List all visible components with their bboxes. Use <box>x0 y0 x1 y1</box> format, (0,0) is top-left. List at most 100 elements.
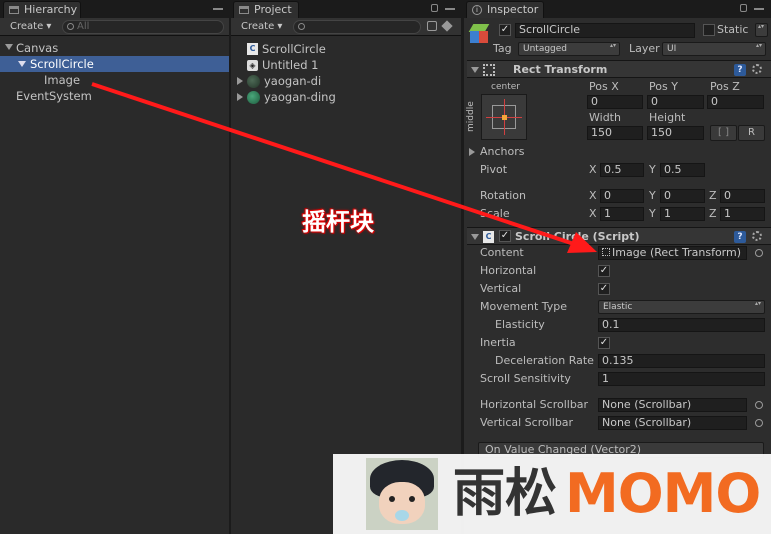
project-tab-icon <box>239 6 249 14</box>
object-picker-icon[interactable] <box>755 249 763 257</box>
hierarchy-item-image[interactable]: Image <box>44 72 80 88</box>
component-enabled-checkbox[interactable]: ✓ <box>499 230 511 242</box>
vertical-checkbox[interactable]: ✓ <box>598 283 610 295</box>
project-tab[interactable]: Project <box>233 1 299 18</box>
project-item-label: Untitled 1 <box>262 58 319 72</box>
horizontal-scrollbar-field[interactable]: None (Scrollbar) <box>598 398 747 412</box>
anchors-expand-icon[interactable] <box>469 148 475 156</box>
filter-label-icon[interactable] <box>441 20 453 32</box>
avatar-eye-right <box>409 496 415 502</box>
project-search-input[interactable] <box>293 20 421 34</box>
project-create-button[interactable]: Create ▾ <box>235 20 288 34</box>
search-placeholder: All <box>77 21 90 32</box>
anchor-v-label: middle <box>466 101 476 132</box>
rotation-y-field[interactable]: 0 <box>660 189 705 203</box>
hierarchy-item-scrollcircle[interactable]: ScrollCircle <box>0 56 229 72</box>
tag-dropdown[interactable]: Untagged <box>518 42 620 56</box>
collapse-icon[interactable] <box>471 67 479 73</box>
canvas-expand-icon[interactable] <box>5 44 13 50</box>
scale-x-field[interactable]: 1 <box>600 207 644 221</box>
static-checkbox[interactable] <box>703 24 715 36</box>
hierarchy-panel: Hierarchy Create ▾ All Canvas ScrollCirc… <box>0 0 229 534</box>
project-menu-icon[interactable] <box>445 8 455 10</box>
pivot-y-field[interactable]: 0.5 <box>660 163 705 177</box>
rotation-x-field[interactable]: 0 <box>600 189 644 203</box>
width-field[interactable]: 150 <box>587 126 643 140</box>
yaogan-ding-expand-icon[interactable] <box>237 93 243 101</box>
anchors-label[interactable]: Anchors <box>480 145 525 159</box>
cube-right-face <box>479 31 488 43</box>
rotation-z-field[interactable]: 0 <box>720 189 765 203</box>
lock-icon[interactable] <box>431 4 438 12</box>
deceleration-rate-label: Deceleration Rate <box>495 354 594 367</box>
avatar-pacifier <box>395 510 409 521</box>
scale-z-field[interactable]: 1 <box>720 207 765 221</box>
content-field[interactable]: Image (Rect Transform) <box>598 246 747 260</box>
active-checkbox[interactable]: ✓ <box>499 24 511 36</box>
hierarchy-create-button[interactable]: Create ▾ <box>4 20 57 34</box>
gear-icon[interactable] <box>752 64 762 74</box>
pos-z-field[interactable]: 0 <box>707 95 764 109</box>
object-picker-icon[interactable] <box>755 401 763 409</box>
pivot-x-axis: X <box>589 163 597 176</box>
annotation-text: 摇杆块 <box>302 208 374 236</box>
pos-z-label: Pos Z <box>710 80 740 93</box>
rect-transform-icon <box>602 248 610 256</box>
hierarchy-item-canvas[interactable]: Canvas <box>16 40 58 56</box>
pos-y-field[interactable]: 0 <box>647 95 704 109</box>
rotation-z-axis: Z <box>709 189 717 202</box>
deceleration-rate-field[interactable]: 0.135 <box>598 354 765 368</box>
panel-menu-icon[interactable] <box>213 8 223 10</box>
pos-x-field[interactable]: 0 <box>587 95 643 109</box>
height-field[interactable]: 150 <box>647 126 704 140</box>
scale-y-axis: Y <box>649 207 656 220</box>
static-label: Static <box>717 23 749 36</box>
inertia-label: Inertia <box>480 336 516 349</box>
object-name-field[interactable]: ScrollCircle <box>515 23 695 38</box>
anchor-h-label: center <box>491 82 520 92</box>
help-icon[interactable]: ? <box>734 231 746 243</box>
vertical-scrollbar-field[interactable]: None (Scrollbar) <box>598 416 747 430</box>
object-picker-icon[interactable] <box>755 419 763 427</box>
yaogan-di-expand-icon[interactable] <box>237 77 243 85</box>
raw-edit-button[interactable]: R <box>738 125 765 141</box>
static-dropdown[interactable] <box>755 23 768 37</box>
hierarchy-search-input[interactable]: All <box>62 20 224 34</box>
pivot-label: Pivot <box>480 163 508 176</box>
hierarchy-tab[interactable]: Hierarchy <box>3 1 81 18</box>
horizontal-checkbox[interactable]: ✓ <box>598 265 610 277</box>
project-item-label: yaogan-ding <box>264 90 336 104</box>
inspector-menu-icon[interactable] <box>754 8 764 10</box>
filter-type-icon[interactable] <box>427 21 437 31</box>
hierarchy-toolbar: Create ▾ All <box>0 18 229 36</box>
scroll-sensitivity-field[interactable]: 1 <box>598 372 765 386</box>
anchor-point <box>502 115 507 120</box>
scale-y-field[interactable]: 1 <box>660 207 705 221</box>
help-icon[interactable]: ? <box>734 64 746 76</box>
inertia-checkbox[interactable]: ✓ <box>598 337 610 349</box>
watermark-cn-text: 雨松 <box>453 464 558 524</box>
pivot-x-field[interactable]: 0.5 <box>600 163 644 177</box>
inspector-tab[interactable]: i Inspector <box>466 1 544 18</box>
rotation-y-axis: Y <box>649 189 656 202</box>
lock-icon[interactable] <box>740 4 747 12</box>
rect-transform-header[interactable]: Rect Transform ? <box>467 60 771 78</box>
movement-type-label: Movement Type <box>480 300 568 313</box>
scrollcircle-expand-icon[interactable] <box>18 61 26 67</box>
movement-type-dropdown[interactable]: Elastic <box>598 300 765 314</box>
scroll-circle-header[interactable]: C ✓ Scroll Circle (Script) ? <box>467 227 771 245</box>
anchor-preset-button[interactable] <box>481 94 527 140</box>
unity-scene-icon: ◈ <box>247 60 258 71</box>
avatar-eye-left <box>389 496 395 502</box>
gear-icon[interactable] <box>752 231 762 241</box>
hierarchy-item-eventsystem[interactable]: EventSystem <box>16 88 92 104</box>
layer-dropdown[interactable]: UI <box>662 42 766 56</box>
height-label: Height <box>649 111 686 124</box>
collapse-icon[interactable] <box>471 234 479 240</box>
create-label: Create <box>241 21 275 32</box>
blueprint-mode-button[interactable]: [ ] <box>710 125 737 141</box>
elasticity-field[interactable]: 0.1 <box>598 318 765 332</box>
scale-label: Scale <box>480 207 510 220</box>
scale-z-axis: Z <box>709 207 717 220</box>
gameobject-icon <box>468 24 490 44</box>
